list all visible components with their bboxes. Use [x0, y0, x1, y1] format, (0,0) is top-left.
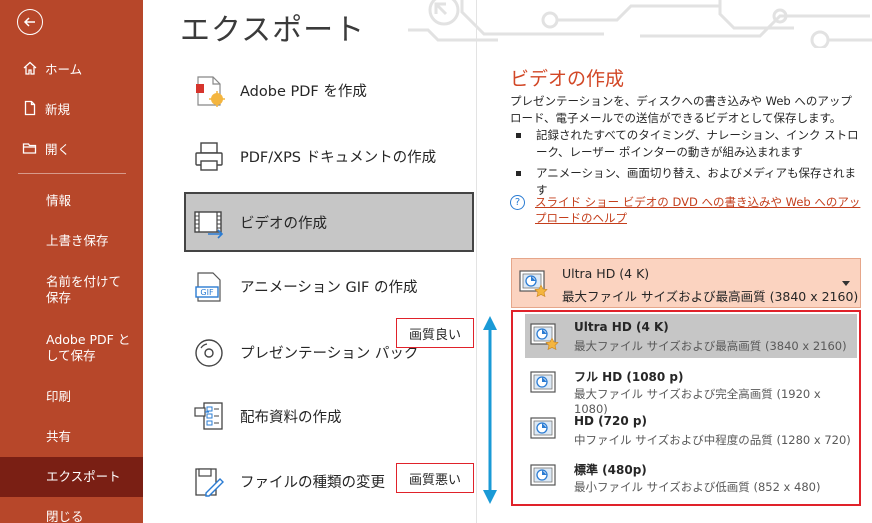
option-label: Adobe PDF を作成	[240, 83, 367, 100]
quality-title: 標準 (480p)	[574, 463, 647, 477]
feature-bullets: 記録されたすべてのタイミング、ナレーション、インク ストローク、レーザー ポイン…	[514, 127, 860, 203]
sidebar-item-open[interactable]: 開く	[0, 128, 143, 168]
sidebar-item-label: ホーム	[45, 61, 83, 77]
quality-option-standard[interactable]: 標準 (480p) 最小ファイル サイズおよび低画質 (852 x 480)	[525, 455, 857, 499]
quality-option-ultra-hd[interactable]: Ultra HD (4 K) 最大ファイル サイズおよび最高画質 (3840 x…	[525, 314, 857, 358]
adobe-pdf-icon	[196, 76, 225, 107]
sidebar-item-label: 名前を付けて保存	[46, 274, 122, 305]
quality-1080p-icon	[530, 371, 556, 393]
circuit-decoration	[408, 0, 872, 48]
quality-description: 最大ファイル サイズおよび最高画質 (3840 x 2160)	[574, 339, 847, 353]
panel-title: ビデオの作成	[510, 68, 625, 90]
option-create-gif[interactable]: GIF アニメーション GIF の作成	[184, 256, 474, 316]
option-label: ビデオの作成	[240, 215, 327, 232]
sidebar-item-label: 情報	[46, 193, 72, 208]
annotation-low-quality: 画質悪い	[396, 463, 474, 493]
page-title: エクスポート	[180, 13, 366, 48]
sidebar-item-info[interactable]: 情報	[0, 181, 143, 221]
panel-divider	[476, 0, 477, 523]
dropdown-title: Ultra HD (4 K)	[562, 266, 650, 281]
quality-dropdown[interactable]: Ultra HD (4 K) 最大ファイル サイズおよび最高画質 (3840 x…	[511, 258, 861, 308]
handout-icon	[194, 402, 223, 430]
sidebar-item-label: 閉じる	[46, 509, 84, 523]
gif-icon: GIF	[195, 272, 221, 302]
back-arrow-icon	[23, 17, 35, 27]
sidebar-item-label: 共有	[46, 429, 72, 444]
sidebar-item-save-adobe-pdf[interactable]: Adobe PDF として保存	[0, 319, 143, 377]
option-create-pdf-xps[interactable]: PDF/XPS ドキュメントの作成	[184, 126, 474, 186]
option-label: 配布資料の作成	[240, 409, 342, 426]
quality-720p-icon	[530, 417, 556, 439]
option-label: プレゼンテーション パック	[240, 345, 419, 362]
option-create-handouts[interactable]: 配布資料の作成	[184, 386, 474, 446]
sidebar-divider	[18, 173, 126, 174]
sidebar-item-share[interactable]: 共有	[0, 417, 143, 457]
sidebar-item-close[interactable]: 閉じる	[0, 497, 143, 523]
chevron-down-icon	[842, 281, 850, 286]
open-folder-icon	[22, 143, 37, 154]
sidebar-item-label: 印刷	[46, 389, 72, 404]
quality-option-hd[interactable]: HD (720 p) 中ファイル サイズおよび中程度の品質 (1280 x 72…	[525, 408, 857, 452]
quality-option-full-hd[interactable]: フル HD (1080 p) 最大ファイル サイズおよび完全高画質 (1920 …	[525, 362, 857, 416]
video-icon	[194, 211, 224, 239]
quality-title: Ultra HD (4 K)	[574, 320, 669, 334]
quality-title: HD (720 p)	[574, 414, 647, 428]
sidebar-item-label: 開く	[45, 141, 71, 157]
option-label: アニメーション GIF の作成	[240, 279, 418, 296]
new-doc-icon	[24, 100, 36, 116]
sidebar-item-save-as[interactable]: 名前を付けて保存	[0, 261, 143, 319]
panel-description: プレゼンテーションを、ディスクへの書き込みや Web へのアップロード、電子メー…	[510, 94, 852, 125]
sidebar-item-save[interactable]: 上書き保存	[0, 221, 143, 261]
quality-title: フル HD (1080 p)	[574, 370, 684, 384]
pdf-xps-icon	[195, 142, 223, 171]
disc-icon	[195, 339, 223, 367]
double-arrow-icon	[483, 316, 497, 504]
sidebar-item-new[interactable]: 新規	[0, 88, 143, 128]
sidebar-item-print[interactable]: 印刷	[0, 377, 143, 417]
option-create-adobe-pdf[interactable]: Adobe PDF を作成	[184, 60, 474, 120]
sidebar-item-home[interactable]: ホーム	[0, 48, 143, 88]
bullet-item: 記録されたすべてのタイミング、ナレーション、インク ストローク、レーザー ポイン…	[514, 127, 860, 161]
sidebar-item-label: 新規	[45, 101, 71, 117]
sidebar-item-label: 上書き保存	[46, 233, 109, 248]
back-button[interactable]	[17, 9, 43, 35]
help-icon: ?	[510, 195, 525, 210]
svg-text:GIF: GIF	[200, 288, 214, 297]
home-icon	[23, 61, 37, 75]
file-type-icon	[195, 468, 224, 497]
quality-4k-icon	[519, 270, 548, 297]
quality-description: 最小ファイル サイズおよび低画質 (852 x 480)	[574, 480, 821, 494]
sidebar-item-export[interactable]: エクスポート	[0, 457, 143, 497]
quality-menu: Ultra HD (4 K) 最大ファイル サイズおよび最高画質 (3840 x…	[511, 310, 861, 506]
quality-480p-icon	[530, 464, 556, 486]
dropdown-subtitle: 最大ファイル サイズおよび最高画質 (3840 x 2160)	[562, 289, 859, 304]
quality-description: 中ファイル サイズおよび中程度の品質 (1280 x 720)	[574, 433, 851, 447]
sidebar-item-label: エクスポート	[46, 469, 121, 484]
annotation-high-quality: 画質良い	[396, 318, 474, 348]
option-label: ファイルの種類の変更	[240, 474, 385, 491]
option-label: PDF/XPS ドキュメントの作成	[240, 149, 437, 166]
sidebar-item-label: Adobe PDF として保存	[46, 332, 131, 363]
quality-4k-icon	[530, 323, 559, 350]
option-create-video[interactable]: ビデオの作成	[184, 192, 474, 252]
backstage-sidebar: ホーム 新規 開く 情報 上書き保存 名前を付けて保存 Adobe PDF とし…	[0, 0, 143, 523]
help-link[interactable]: スライド ショー ビデオの DVD への書き込みや Web へのアップロードのヘ…	[535, 194, 865, 226]
